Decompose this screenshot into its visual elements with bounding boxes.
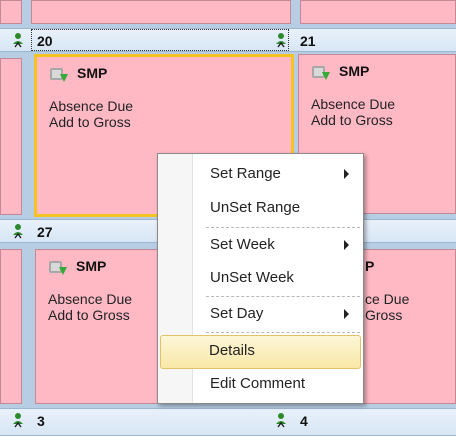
day-number: 21 [300,33,316,49]
absence-line2: Add to Gross [48,307,130,323]
menu-separator [206,296,360,297]
day-header-row: 20 21 [0,28,456,52]
selected-day-header[interactable] [31,29,289,51]
day-number: 4 [300,413,308,429]
menu-item-set-day[interactable]: Set Day [160,298,359,330]
absence-line1: Absence Due [49,98,134,114]
person-icon [13,224,23,239]
menu-item-edit-comment[interactable]: Edit Comment [160,368,359,400]
submenu-arrow-icon [344,240,349,250]
day-number: 27 [37,224,53,240]
day-header-row: 3 4 [0,408,456,436]
person-icon [13,413,23,428]
day-cell-left-edge[interactable] [0,249,22,404]
menu-item-details[interactable]: Details [160,335,361,369]
smp-icon [50,68,68,82]
person-icon [13,33,23,48]
previous-week-block-left[interactable] [0,0,22,24]
absence-code: SMP [77,65,108,81]
person-icon [276,413,286,428]
smp-icon [49,261,67,275]
submenu-arrow-icon [344,169,349,179]
absence-line2: Gross [365,307,403,323]
smp-icon [312,66,330,80]
absence-line1: Absence Due [311,96,396,112]
day-number: 20 [37,33,53,49]
menu-item-unset-week[interactable]: UnSet Week [160,262,359,294]
context-menu: Set Range UnSet Range Set Week UnSet Wee… [157,153,364,404]
day-cell-left-edge[interactable] [0,58,22,215]
absence-code: SMP [339,63,370,79]
menu-item-set-range[interactable]: Set Range [160,158,359,190]
absence-line1: Absence Due [48,291,133,307]
menu-separator [206,227,360,228]
person-icon [276,33,286,48]
day-number: 3 [37,413,45,429]
absence-code: P [365,258,375,274]
menu-separator [206,332,360,333]
absence-line2: Add to Gross [311,112,393,128]
previous-week-block-right[interactable] [300,0,456,24]
absence-line1: ce Due [365,291,410,307]
submenu-arrow-icon [344,309,349,319]
previous-week-block-mid[interactable] [31,0,291,24]
menu-item-set-week[interactable]: Set Week [160,229,359,261]
absence-code: SMP [76,258,107,274]
absence-line2: Add to Gross [49,114,131,130]
menu-item-unset-range[interactable]: UnSet Range [160,192,359,224]
